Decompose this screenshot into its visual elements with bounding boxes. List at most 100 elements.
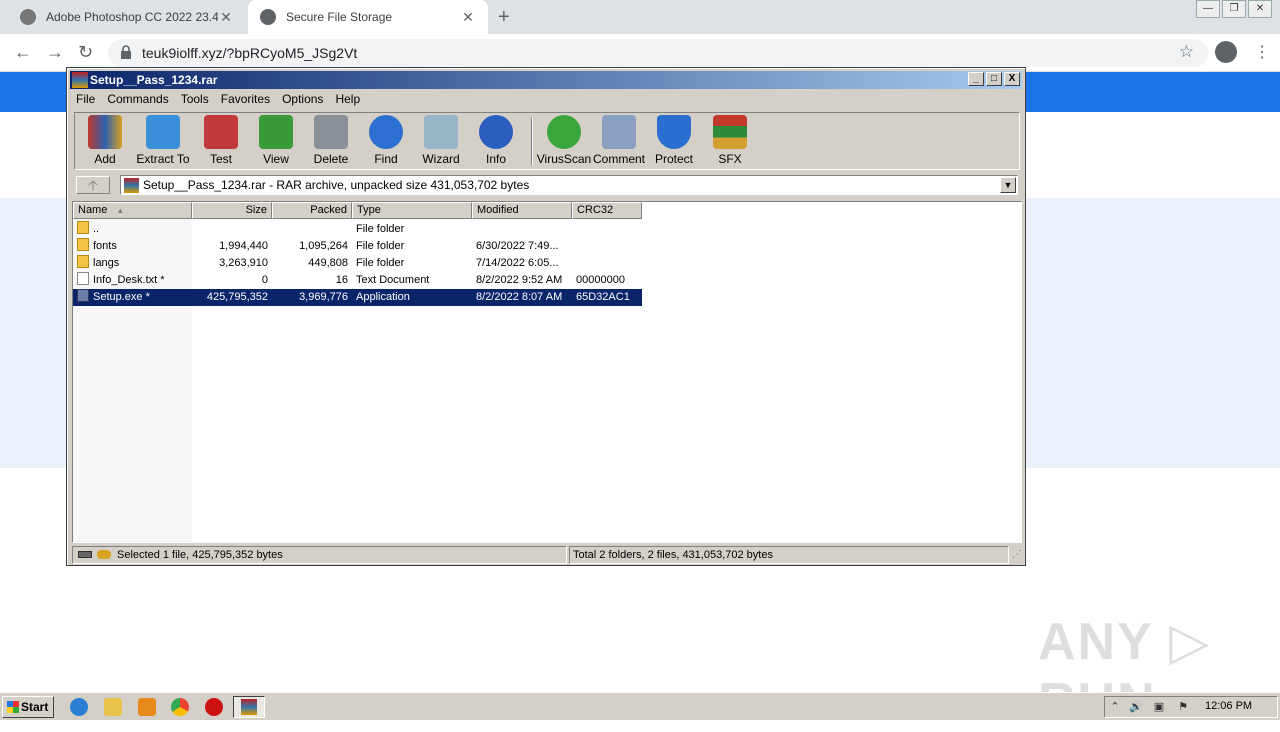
chrome-icon[interactable] <box>171 698 189 716</box>
status-bar: Selected 1 file, 425,795,352 bytes Total… <box>70 546 1022 564</box>
file-packed: 1,095,264 <box>299 240 348 252</box>
file-packed: 449,808 <box>308 257 348 269</box>
tool-label: Add <box>94 152 116 166</box>
file-list-header: Name ▲ Size Packed Type Modified CRC32 <box>73 202 642 219</box>
file-row-parent[interactable]: .. File folder <box>73 221 642 238</box>
url-text[interactable]: teuk9iolff.xyz/?bpRCyoM5_JSg2Vt <box>142 45 357 61</box>
tray-expand-icon[interactable]: ⌃ <box>1109 701 1121 713</box>
tab-title: Secure File Storage <box>286 10 393 24</box>
opera-icon[interactable] <box>205 698 223 716</box>
bookmark-star-icon[interactable]: ☆ <box>1179 42 1194 62</box>
menu-help[interactable]: Help <box>329 90 366 109</box>
browser-window-controls: — ❐ ✕ <box>1194 0 1272 18</box>
tab-secure-file-storage[interactable]: Secure File Storage ✕ <box>248 0 488 34</box>
profile-avatar-icon[interactable] <box>1215 41 1237 63</box>
add-button[interactable]: Add <box>76 115 134 169</box>
magnifier-icon <box>369 115 403 149</box>
file-size: 3,263,910 <box>219 257 268 269</box>
status-selection-text: Selected 1 file, 425,795,352 bytes <box>117 549 283 561</box>
file-modified: 8/2/2022 9:52 AM <box>476 274 563 286</box>
resize-grip-icon[interactable]: ⋰ <box>1012 549 1022 560</box>
add-archive-icon <box>88 115 122 149</box>
file-row-setup-exe[interactable]: Setup.exe * 425,795,352 3,969,776 Applic… <box>73 289 642 306</box>
file-packed: 3,969,776 <box>272 289 352 306</box>
info-icon <box>479 115 513 149</box>
file-type: Application <box>352 289 472 306</box>
tool-label: View <box>263 152 289 166</box>
test-button[interactable]: Test <box>192 115 250 169</box>
column-name[interactable]: Name ▲ <box>73 202 192 219</box>
menu-options[interactable]: Options <box>276 90 329 109</box>
column-type[interactable]: Type <box>352 202 472 219</box>
speaker-icon[interactable]: 🔊 <box>1129 701 1143 713</box>
winrar-window: Setup__Pass_1234.rar _ □ X File Commands… <box>66 67 1026 566</box>
status-total-text: Total 2 folders, 2 files, 431,053,702 by… <box>573 549 773 561</box>
comment-button[interactable]: Comment <box>590 115 648 169</box>
folder-icon <box>77 255 89 268</box>
omnibox[interactable]: teuk9iolff.xyz/?bpRCyoM5_JSg2Vt ☆ <box>108 39 1208 67</box>
back-button[interactable]: ← <box>14 42 32 63</box>
media-player-icon[interactable] <box>138 698 156 716</box>
ie-icon[interactable] <box>70 698 88 716</box>
protect-button[interactable]: Protect <box>645 115 703 169</box>
menu-file[interactable]: File <box>70 90 101 109</box>
wizard-button[interactable]: Wizard <box>412 115 470 169</box>
menu-favorites[interactable]: Favorites <box>215 90 276 109</box>
network-icon[interactable]: ▣ <box>1153 701 1165 713</box>
column-size[interactable]: Size <box>192 202 272 219</box>
sfx-box-icon <box>713 115 747 149</box>
file-name: langs <box>93 257 120 269</box>
column-crc32[interactable]: CRC32 <box>572 202 642 219</box>
close-button[interactable]: X <box>1004 72 1020 86</box>
tool-label: Comment <box>592 152 645 166</box>
forward-button[interactable]: → <box>46 42 64 63</box>
column-packed[interactable]: Packed <box>272 202 352 219</box>
toolbar-separator <box>531 117 533 165</box>
status-selection-pane: Selected 1 file, 425,795,352 bytes <box>72 546 567 564</box>
start-button[interactable]: Start <box>2 696 54 718</box>
explorer-icon[interactable] <box>104 698 122 716</box>
minimize-button[interactable]: — <box>1196 0 1220 18</box>
file-modified: 7/14/2022 6:05... <box>476 257 559 269</box>
minimize-button[interactable]: _ <box>968 72 984 86</box>
up-folder-button[interactable]: 🡡 <box>76 176 110 194</box>
chevron-down-icon[interactable]: ▼ <box>1000 177 1016 193</box>
file-row-fonts[interactable]: fonts 1,994,440 1,095,264 File folder 6/… <box>73 238 642 255</box>
drive-icon <box>78 551 92 558</box>
virusscan-button[interactable]: VirusScan <box>535 115 593 169</box>
tool-label: SFX <box>718 152 742 166</box>
archive-path-text: Setup__Pass_1234.rar - RAR archive, unpa… <box>143 178 530 192</box>
file-type: File folder <box>356 240 405 252</box>
file-packed <box>272 221 352 238</box>
new-tab-button[interactable]: + <box>498 6 510 29</box>
tool-label: Extract To <box>136 152 190 166</box>
restore-button[interactable]: ❐ <box>1222 0 1246 18</box>
file-crc: 00000000 <box>576 274 625 286</box>
winrar-title-bar[interactable]: Setup__Pass_1234.rar _ □ X <box>70 71 1022 89</box>
tab-favicon-icon <box>20 9 36 25</box>
menu-commands[interactable]: Commands <box>101 90 174 109</box>
find-button[interactable]: Find <box>357 115 415 169</box>
close-button[interactable]: ✕ <box>1248 0 1272 18</box>
menu-tools[interactable]: Tools <box>175 90 215 109</box>
action-center-flag-icon[interactable]: ⚑ <box>1177 701 1189 713</box>
browser-menu-icon[interactable]: ⋮ <box>1254 42 1270 62</box>
delete-button[interactable]: Delete <box>302 115 360 169</box>
view-button[interactable]: View <box>247 115 305 169</box>
taskbar-winrar-button[interactable] <box>233 696 265 718</box>
tab-close-icon[interactable]: ✕ <box>218 9 234 26</box>
file-row-info-desk[interactable]: Info_Desk.txt * 0 16 Text Document 8/2/2… <box>73 272 642 289</box>
archive-path-combobox[interactable]: Setup__Pass_1234.rar - RAR archive, unpa… <box>120 175 1018 195</box>
reload-button[interactable]: ↻ <box>78 42 93 63</box>
taskbar: Start ⌃ 🔊 ▣ ⚑ 12:06 PM <box>0 692 1280 720</box>
file-row-langs[interactable]: langs 3,263,910 449,808 File folder 7/14… <box>73 255 642 272</box>
clock[interactable]: 12:06 PM <box>1205 700 1252 712</box>
column-modified[interactable]: Modified <box>472 202 572 219</box>
tab-photoshop[interactable]: Adobe Photoshop CC 2022 23.4.2.6 ✕ <box>8 0 246 34</box>
file-list: Name ▲ Size Packed Type Modified CRC32 .… <box>72 201 1022 543</box>
maximize-button[interactable]: □ <box>986 72 1002 86</box>
info-button[interactable]: Info <box>467 115 525 169</box>
sfx-button[interactable]: SFX <box>701 115 759 169</box>
tab-close-icon[interactable]: ✕ <box>460 9 476 26</box>
extract-to-button[interactable]: Extract To <box>134 115 192 169</box>
